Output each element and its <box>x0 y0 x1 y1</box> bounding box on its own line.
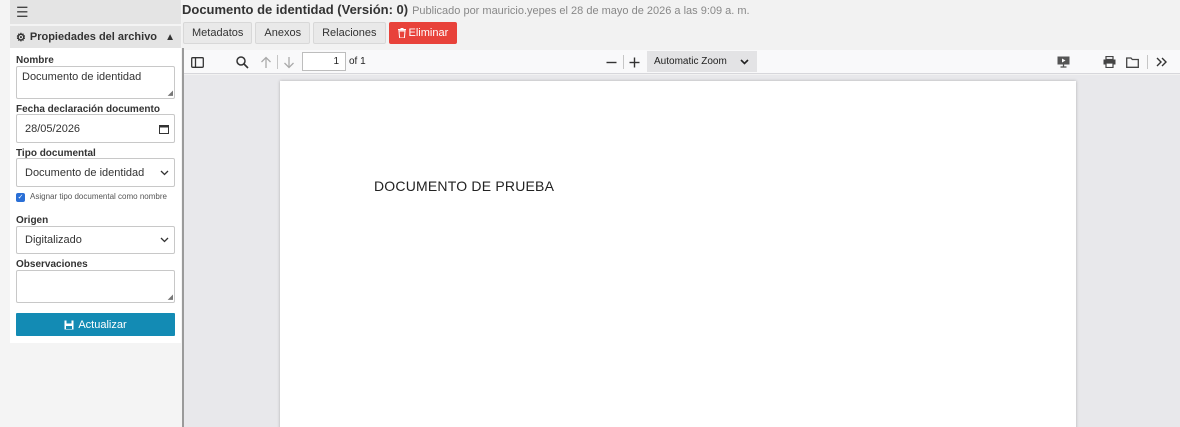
toolbar-separator <box>1147 55 1148 69</box>
tab-anexos[interactable]: Anexos <box>255 22 311 44</box>
search-icon[interactable] <box>232 50 252 74</box>
pdf-page-text: DOCUMENTO DE PRUEBA <box>374 178 555 194</box>
pdf-toolbar: 1 of 1 Automatic Zoom <box>184 50 1180 74</box>
open-file-icon[interactable] <box>1122 50 1142 74</box>
nombre-field[interactable]: Documento de identidad ◢ <box>16 66 175 99</box>
observaciones-label: Observaciones <box>16 259 88 270</box>
update-button-label: Actualizar <box>78 318 127 331</box>
observaciones-field[interactable]: ◢ <box>16 270 175 303</box>
tab-relaciones[interactable]: Relaciones <box>313 22 386 44</box>
origen-value: Digitalizado <box>25 234 82 246</box>
resize-handle-icon[interactable]: ◢ <box>168 90 173 97</box>
page-title: Documento de identidad (Versión: 0) <box>182 2 409 17</box>
delete-button[interactable]: Eliminar <box>388 22 458 44</box>
nombre-label: Nombre <box>16 55 54 66</box>
publish-info: Publicado por mauricio.yepes el 28 de ma… <box>412 5 750 17</box>
page-total: of 1 <box>349 56 366 67</box>
resize-handle-icon[interactable]: ◢ <box>168 294 173 301</box>
document-tabs: Metadatos Anexos Relaciones Eliminar <box>183 22 460 44</box>
asignar-checkbox-row[interactable]: ✓ Asignar tipo documental como nombre <box>16 192 176 202</box>
tab-label: Anexos <box>264 27 302 39</box>
zoom-value: Automatic Zoom <box>654 56 727 67</box>
tools-menu-icon[interactable] <box>1151 50 1171 74</box>
next-page-icon[interactable] <box>280 50 298 74</box>
fecha-field[interactable]: 28/05/2026 <box>16 114 175 143</box>
calendar-icon[interactable] <box>159 124 169 134</box>
chevron-down-icon <box>740 58 749 65</box>
tab-metadatos[interactable]: Metadatos <box>183 22 253 44</box>
file-properties-panel: ⚙ Propiedades del archivo ▲ Nombre Docum… <box>10 26 181 343</box>
zoom-out-icon[interactable] <box>602 50 620 74</box>
panel-title: Propiedades del archivo <box>29 31 158 43</box>
zoom-in-icon[interactable] <box>625 50 643 74</box>
save-icon <box>64 320 74 330</box>
sidebar-toggle-icon[interactable] <box>186 50 208 74</box>
panel-header[interactable]: ⚙ Propiedades del archivo ▲ <box>10 26 181 48</box>
nombre-value: Documento de identidad <box>22 71 142 83</box>
toolbar-separator <box>277 55 278 69</box>
asignar-checkbox[interactable]: ✓ <box>16 193 25 202</box>
zoom-select[interactable]: Automatic Zoom <box>647 51 757 72</box>
tab-label: Eliminar <box>408 27 449 39</box>
tab-label: Relaciones <box>322 27 377 39</box>
tipo-value: Documento de identidad <box>25 166 145 179</box>
presentation-mode-icon[interactable] <box>1054 50 1072 74</box>
hamburger-icon: ☰ <box>16 4 29 20</box>
trash-icon <box>397 28 406 38</box>
origen-select[interactable]: Digitalizado <box>16 226 175 254</box>
pdf-viewer[interactable]: DOCUMENTO DE PRUEBA <box>184 75 1180 427</box>
tab-label: Metadatos <box>192 27 244 39</box>
print-icon[interactable] <box>1099 50 1119 74</box>
chevron-down-icon <box>160 170 169 176</box>
document-header: Documento de identidad (Versión: 0) Publ… <box>182 2 750 19</box>
app-root: ☰ ⚙ Propiedades del archivo ▲ Nombre Doc… <box>0 0 1180 427</box>
pdf-page: DOCUMENTO DE PRUEBA <box>280 81 1076 427</box>
origen-label: Origen <box>16 215 49 226</box>
asignar-label: Asignar tipo documental como nombre <box>30 192 167 201</box>
previous-page-icon[interactable] <box>257 50 275 74</box>
chevron-up-icon[interactable]: ▲ <box>165 32 175 43</box>
tipo-select[interactable]: Documento de identidad <box>16 158 175 187</box>
update-button[interactable]: Actualizar <box>16 313 175 336</box>
fecha-value: 28/05/2026 <box>25 122 81 135</box>
gear-icon: ⚙ <box>16 31 26 44</box>
sidebar: ☰ ⚙ Propiedades del archivo ▲ Nombre Doc… <box>0 0 182 427</box>
sidebar-toggle[interactable]: ☰ <box>10 0 181 24</box>
toolbar-separator <box>623 55 624 69</box>
chevron-down-icon <box>160 237 169 243</box>
page-number-input[interactable]: 1 <box>302 52 346 71</box>
